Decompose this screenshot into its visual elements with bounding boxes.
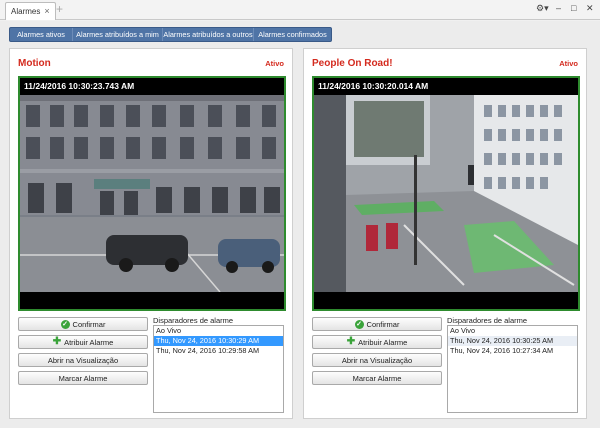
camera-image-building bbox=[20, 95, 284, 292]
trigger-item[interactable]: Thu, Nov 24, 2016 10:30:29 AM bbox=[154, 336, 283, 346]
confirm-button[interactable]: ✓ Confirmar bbox=[312, 317, 442, 331]
checkmark-icon: ✓ bbox=[354, 319, 364, 329]
alarm-triggers-label: Disparadores de alarme bbox=[447, 316, 528, 325]
add-tab-icon[interactable]: + bbox=[56, 3, 63, 15]
maximize-icon[interactable]: □ bbox=[571, 4, 576, 13]
alarm-status: Ativo bbox=[265, 59, 284, 68]
camera-video[interactable]: 11/24/2016 10:30:20.014 AM bbox=[312, 76, 580, 311]
confirm-label: Confirmar bbox=[72, 319, 106, 329]
tab-alarms[interactable]: Alarmes × bbox=[5, 2, 56, 20]
plus-icon: ✚ bbox=[346, 336, 356, 347]
alarm-triggers-list[interactable]: Ao Vivo Thu, Nov 24, 2016 10:30:29 AM Th… bbox=[153, 325, 284, 413]
filter-active-alarms[interactable]: Alarmes ativos bbox=[10, 28, 72, 41]
alarm-triggers-label: Disparadores de alarme bbox=[153, 316, 234, 325]
mark-alarm-button[interactable]: Marcar Alarme bbox=[312, 371, 442, 385]
tab-label: Alarmes bbox=[11, 7, 41, 16]
close-window-icon[interactable]: ✕ bbox=[586, 4, 594, 13]
mark-alarm-button[interactable]: Marcar Alarme bbox=[18, 371, 148, 385]
settings-icon[interactable]: ⚙▾ bbox=[536, 4, 549, 13]
alarm-panel-motion: Motion Ativo 11/24/2016 10:30:23.743 AM bbox=[9, 48, 293, 419]
trigger-item[interactable]: Thu, Nov 24, 2016 10:30:25 AM bbox=[448, 336, 577, 346]
video-timestamp: 11/24/2016 10:30:20.014 AM bbox=[318, 81, 429, 91]
filter-assigned-to-me[interactable]: Alarmes atribuídos a mim bbox=[72, 28, 162, 41]
assign-label: Atribuir Alarme bbox=[358, 337, 408, 347]
assign-alarm-button[interactable]: ✚ Atribuir Alarme bbox=[312, 335, 442, 349]
trigger-item[interactable]: Thu, Nov 24, 2016 10:29:58 AM bbox=[154, 346, 283, 356]
video-timestamp: 11/24/2016 10:30:23.743 AM bbox=[24, 81, 135, 91]
confirm-button[interactable]: ✓ Confirmar bbox=[18, 317, 148, 331]
title-bar: Alarmes × + ⚙▾ – □ ✕ bbox=[0, 0, 600, 20]
minimize-icon[interactable]: – bbox=[556, 4, 561, 13]
plus-icon: ✚ bbox=[52, 336, 62, 347]
alarm-title: Motion bbox=[18, 58, 51, 69]
alarm-status: Ativo bbox=[559, 59, 578, 68]
alarm-actions: ✓ Confirmar ✚ Atribuir Alarme Abrir na V… bbox=[312, 317, 442, 389]
alarm-filter-bar: Alarmes ativos Alarmes atribuídos a mim … bbox=[9, 27, 332, 42]
alarm-title: People On Road! bbox=[312, 58, 393, 69]
open-in-view-button[interactable]: Abrir na Visualização bbox=[18, 353, 148, 367]
alarm-panel-people-on-road: People On Road! Ativo 11/24/2016 10:30:2… bbox=[303, 48, 587, 419]
trigger-item[interactable]: Ao Vivo bbox=[448, 326, 577, 336]
camera-video[interactable]: 11/24/2016 10:30:23.743 AM bbox=[18, 76, 286, 311]
camera-image-street bbox=[314, 95, 578, 292]
trigger-item[interactable]: Ao Vivo bbox=[154, 326, 283, 336]
open-in-view-button[interactable]: Abrir na Visualização bbox=[312, 353, 442, 367]
alarm-actions: ✓ Confirmar ✚ Atribuir Alarme Abrir na V… bbox=[18, 317, 148, 389]
close-tab-icon[interactable]: × bbox=[44, 7, 49, 16]
trigger-item[interactable]: Thu, Nov 24, 2016 10:27:34 AM bbox=[448, 346, 577, 356]
filter-assigned-to-others[interactable]: Alarmes atribuídos a outros bbox=[162, 28, 253, 41]
confirm-label: Confirmar bbox=[366, 319, 400, 329]
filter-confirmed-alarms[interactable]: Alarmes confirmados bbox=[253, 28, 331, 41]
alarm-triggers-list[interactable]: Ao Vivo Thu, Nov 24, 2016 10:30:25 AM Th… bbox=[447, 325, 578, 413]
assign-label: Atribuir Alarme bbox=[64, 337, 114, 347]
assign-alarm-button[interactable]: ✚ Atribuir Alarme bbox=[18, 335, 148, 349]
main-content: Alarmes ativos Alarmes atribuídos a mim … bbox=[0, 21, 600, 428]
checkmark-icon: ✓ bbox=[60, 319, 70, 329]
